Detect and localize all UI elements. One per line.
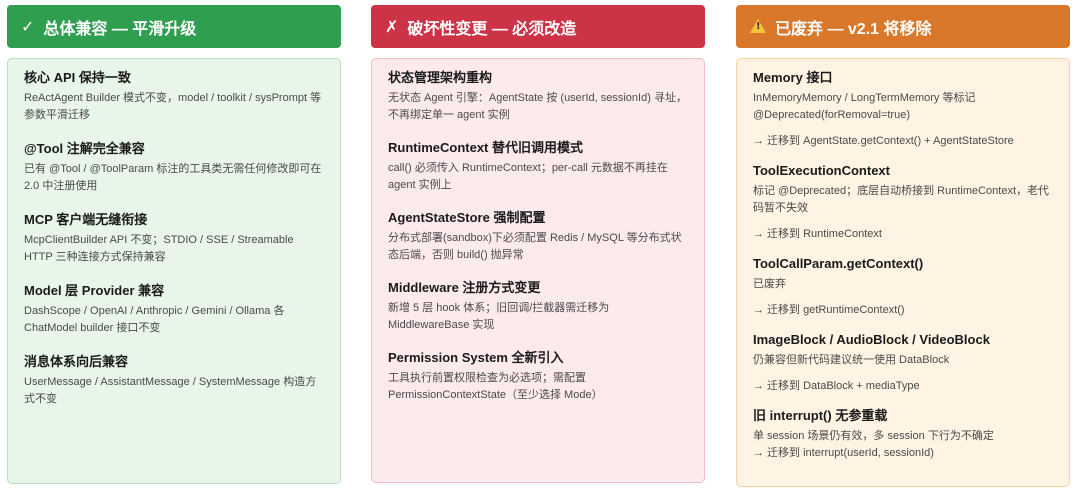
cross-icon: ✗: [385, 18, 399, 36]
migration-overview: ✓ 总体兼容 — 平滑升级 核心 API 保持一致 ReActAgent Bui…: [0, 0, 1080, 497]
item-title: Memory 接口: [753, 70, 833, 85]
item-title: ToolExecutionContext: [753, 163, 890, 178]
item-description: 无状态 Agent 引擎：AgentState 按 (userId, sessi…: [388, 92, 687, 121]
warning-icon: [750, 18, 766, 34]
item-title: ToolCallParam.getContext(): [753, 256, 924, 271]
item-description: ReActAgent Builder 模式不变，model / toolkit …: [24, 92, 322, 121]
list-item: ToolExecutionContext 标记 @Deprecated；底层自动…: [753, 162, 1053, 243]
compatible-header: ✓ 总体兼容 — 平滑升级: [7, 5, 341, 48]
list-item: AgentStateStore 强制配置 分布式部署(sandbox)下必须配置…: [388, 209, 688, 264]
item-description: 已废弃: [753, 278, 786, 290]
item-description: 标记 @Deprecated；底层自动桥接到 RuntimeContext，老代…: [753, 185, 1050, 214]
breaking-column: ✗ 破坏性变更 — 必须改造 状态管理架构重构 无状态 Agent 引擎：Age…: [371, 5, 705, 483]
compatible-panel: 核心 API 保持一致 ReActAgent Builder 模式不变，mode…: [7, 58, 341, 484]
check-icon: ✓: [21, 18, 35, 36]
list-item: Middleware 注册方式变更 新增 5 层 hook 体系；旧回调/拦截器…: [388, 279, 688, 334]
list-item: MCP 客户端无缝衔接 McpClientBuilder API 不变；STDI…: [24, 211, 324, 266]
item-description: 新增 5 层 hook 体系；旧回调/拦截器需迁移为 MiddlewareBas…: [388, 302, 610, 331]
migration-hint: → 迁移到 RuntimeContext: [753, 228, 882, 240]
item-description: 已有 @Tool / @ToolParam 标注的工具类无需任何修改即可在 2.…: [24, 163, 322, 192]
item-description: 单 session 场景仍有效，多 session 下行为不确定: [753, 430, 994, 442]
compatible-column: ✓ 总体兼容 — 平滑升级 核心 API 保持一致 ReActAgent Bui…: [7, 5, 341, 484]
breaking-title: 破坏性变更 — 必须改造: [407, 20, 577, 38]
item-title: 旧 interrupt() 无参重载: [753, 408, 888, 423]
item-title: MCP 客户端无缝衔接: [24, 212, 148, 227]
list-item: 状态管理架构重构 无状态 Agent 引擎：AgentState 按 (user…: [388, 69, 688, 124]
deprecated-panel: Memory 接口 InMemoryMemory / LongTermMemor…: [736, 58, 1070, 487]
item-description: UserMessage / AssistantMessage / SystemM…: [24, 376, 317, 405]
migration-hint: → 迁移到 DataBlock + mediaType: [753, 380, 920, 392]
list-item: 消息体系向后兼容 UserMessage / AssistantMessage …: [24, 353, 324, 408]
list-item: ImageBlock / AudioBlock / VideoBlock 仍兼容…: [753, 331, 1053, 395]
item-title: Model 层 Provider 兼容: [24, 283, 165, 298]
item-title: ImageBlock / AudioBlock / VideoBlock: [753, 332, 990, 347]
item-description: DashScope / OpenAI / Anthropic / Gemini …: [24, 305, 285, 334]
migration-hint: → 迁移到 interrupt(userId, sessionId): [753, 447, 934, 459]
list-item: Model 层 Provider 兼容 DashScope / OpenAI /…: [24, 282, 324, 337]
item-description: 工具执行前置权限检查为必选项；需配置 PermissionContextStat…: [388, 372, 603, 401]
item-description: McpClientBuilder API 不变；STDIO / SSE / St…: [24, 234, 294, 263]
list-item: RuntimeContext 替代旧调用模式 call() 必须传入 Runti…: [388, 139, 688, 194]
item-title: 消息体系向后兼容: [24, 354, 129, 369]
list-item: 旧 interrupt() 无参重载 单 session 场景仍有效，多 ses…: [753, 407, 1053, 462]
item-description: 分布式部署(sandbox)下必须配置 Redis / MySQL 等分布式状态…: [388, 232, 682, 261]
list-item: ToolCallParam.getContext() 已废弃 → 迁移到 get…: [753, 255, 1053, 319]
item-description: call() 必须传入 RuntimeContext；per-call 元数据不…: [388, 162, 668, 191]
migration-hint: → 迁移到 AgentState.getContext() + AgentSta…: [753, 135, 1014, 147]
list-item: @Tool 注解完全兼容 已有 @Tool / @ToolParam 标注的工具…: [24, 140, 324, 195]
list-item: 核心 API 保持一致 ReActAgent Builder 模式不变，mode…: [24, 69, 324, 124]
item-title: 核心 API 保持一致: [24, 70, 131, 85]
breaking-panel: 状态管理架构重构 无状态 Agent 引擎：AgentState 按 (user…: [371, 58, 705, 483]
item-description: 仍兼容但新代码建议统一使用 DataBlock: [753, 354, 950, 366]
item-title: @Tool 注解完全兼容: [24, 141, 145, 156]
compatible-title: 总体兼容 — 平滑升级: [43, 20, 197, 38]
breaking-header: ✗ 破坏性变更 — 必须改造: [371, 5, 705, 48]
deprecated-header: 已废弃 — v2.1 将移除: [736, 5, 1070, 48]
list-item: Memory 接口 InMemoryMemory / LongTermMemor…: [753, 69, 1053, 150]
item-title: 状态管理架构重构: [388, 70, 493, 85]
deprecated-title: 已废弃 — v2.1 将移除: [775, 20, 932, 38]
item-title: AgentStateStore 强制配置: [388, 210, 546, 225]
item-description: InMemoryMemory / LongTermMemory 等标记 @Dep…: [753, 92, 976, 121]
deprecated-column: 已废弃 — v2.1 将移除 Memory 接口 InMemoryMemory …: [736, 5, 1070, 487]
item-title: RuntimeContext 替代旧调用模式: [388, 140, 584, 155]
item-title: Middleware 注册方式变更: [388, 280, 541, 295]
migration-hint: → 迁移到 getRuntimeContext(): [753, 304, 905, 316]
list-item: Permission System 全新引入 工具执行前置权限检查为必选项；需配…: [388, 349, 688, 404]
item-title: Permission System 全新引入: [388, 350, 564, 365]
